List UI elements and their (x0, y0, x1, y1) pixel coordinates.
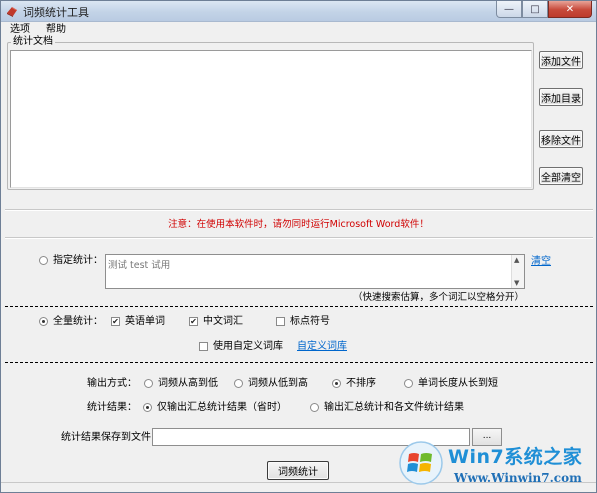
summary-only-radio[interactable] (143, 403, 152, 412)
chinese-words-label: 中文词汇 (203, 316, 243, 327)
documents-group-label: 统计文档 (11, 36, 55, 48)
english-words-label: 英语单词 (125, 316, 165, 327)
minimize-button[interactable]: — (496, 1, 522, 18)
summary-only-label: 仅输出汇总统计结果（省时） (157, 402, 287, 413)
divider (5, 209, 593, 211)
custom-dict-label: 使用自定义词库 (213, 341, 283, 352)
remove-file-button[interactable]: 移除文件 (539, 130, 583, 148)
scroll-up-icon[interactable]: ▲ (514, 256, 519, 264)
punctuation-checkbox[interactable] (276, 317, 285, 326)
menu-bar: 选项 帮助 (1, 22, 596, 37)
window-title: 词频统计工具 (23, 6, 89, 19)
sort-desc-label: 词频从高到低 (158, 378, 218, 389)
checkmark-icon: ✔ (190, 317, 197, 326)
maximize-button[interactable]: □ (522, 1, 548, 18)
specify-radio[interactable] (39, 256, 48, 265)
save-path-label: 统计结果保存到文件： (61, 432, 161, 443)
add-directory-button[interactable]: 添加目录 (539, 88, 583, 106)
watermark: Win7系统之家 Www.Winwin7.com (396, 438, 596, 492)
windows-logo-icon (399, 441, 443, 485)
run-stats-button[interactable]: 词频统计 (267, 461, 329, 480)
menu-help[interactable]: 帮助 (37, 22, 73, 37)
dashed-divider (5, 362, 593, 363)
minimize-icon: — (504, 3, 514, 15)
summary-and-files-label: 输出汇总统计和各文件统计结果 (324, 402, 464, 413)
specify-words-text: 测试 test 试用 (108, 260, 171, 271)
clear-all-button[interactable]: 全部清空 (539, 167, 583, 185)
results-label: 统计结果： (87, 402, 137, 413)
output-mode-label: 输出方式： (87, 378, 137, 389)
maximize-icon: □ (530, 3, 540, 15)
scroll-down-icon[interactable]: ▼ (514, 279, 519, 287)
sort-desc-radio[interactable] (144, 379, 153, 388)
document-list[interactable] (10, 50, 532, 188)
textarea-scrollbar[interactable]: ▲ ▼ (511, 255, 524, 288)
dashed-divider (5, 306, 593, 307)
full-stats-radio[interactable] (39, 317, 48, 326)
custom-dict-link[interactable]: 自定义词库 (297, 341, 347, 353)
checkmark-icon: ✔ (112, 317, 119, 326)
main-window: 词频统计工具 — □ ✕ 选项 帮助 统计文档 添加文件 添加目录 移除文件 全… (0, 0, 597, 493)
close-icon: ✕ (565, 3, 575, 15)
warning-notice: 注意：在使用本软件时，请勿同时运行Microsoft Word软件！ (168, 219, 429, 230)
sort-asc-label: 词频从低到高 (248, 378, 308, 389)
watermark-url: Www.Winwin7.com (454, 471, 582, 485)
add-file-button[interactable]: 添加文件 (539, 51, 583, 69)
summary-and-files-radio[interactable] (310, 403, 319, 412)
window-controls: — □ ✕ (496, 1, 592, 19)
specify-label: 指定统计： (53, 255, 103, 266)
title-bar[interactable]: 词频统计工具 — □ ✕ (1, 1, 596, 22)
english-words-checkbox[interactable]: ✔ (111, 317, 120, 326)
close-button[interactable]: ✕ (548, 1, 592, 18)
chinese-words-checkbox[interactable]: ✔ (189, 317, 198, 326)
no-sort-radio[interactable] (332, 379, 341, 388)
custom-dict-checkbox[interactable] (199, 342, 208, 351)
clear-link[interactable]: 清空 (531, 256, 551, 268)
menu-options[interactable]: 选项 (1, 22, 37, 37)
specify-words-input[interactable]: 测试 test 试用 ▲ ▼ (105, 254, 525, 289)
watermark-title: Win7系统之家 (448, 446, 583, 468)
punctuation-label: 标点符号 (290, 316, 330, 327)
full-stats-label: 全量统计： (53, 316, 103, 327)
app-icon (7, 7, 17, 17)
sort-asc-radio[interactable] (234, 379, 243, 388)
specify-hint: （快速搜索估算，多个词汇以空格分开） (353, 292, 525, 303)
sort-length-label: 单词长度从长到短 (418, 378, 498, 389)
sort-length-radio[interactable] (404, 379, 413, 388)
divider (5, 237, 593, 239)
no-sort-label: 不排序 (346, 378, 376, 389)
